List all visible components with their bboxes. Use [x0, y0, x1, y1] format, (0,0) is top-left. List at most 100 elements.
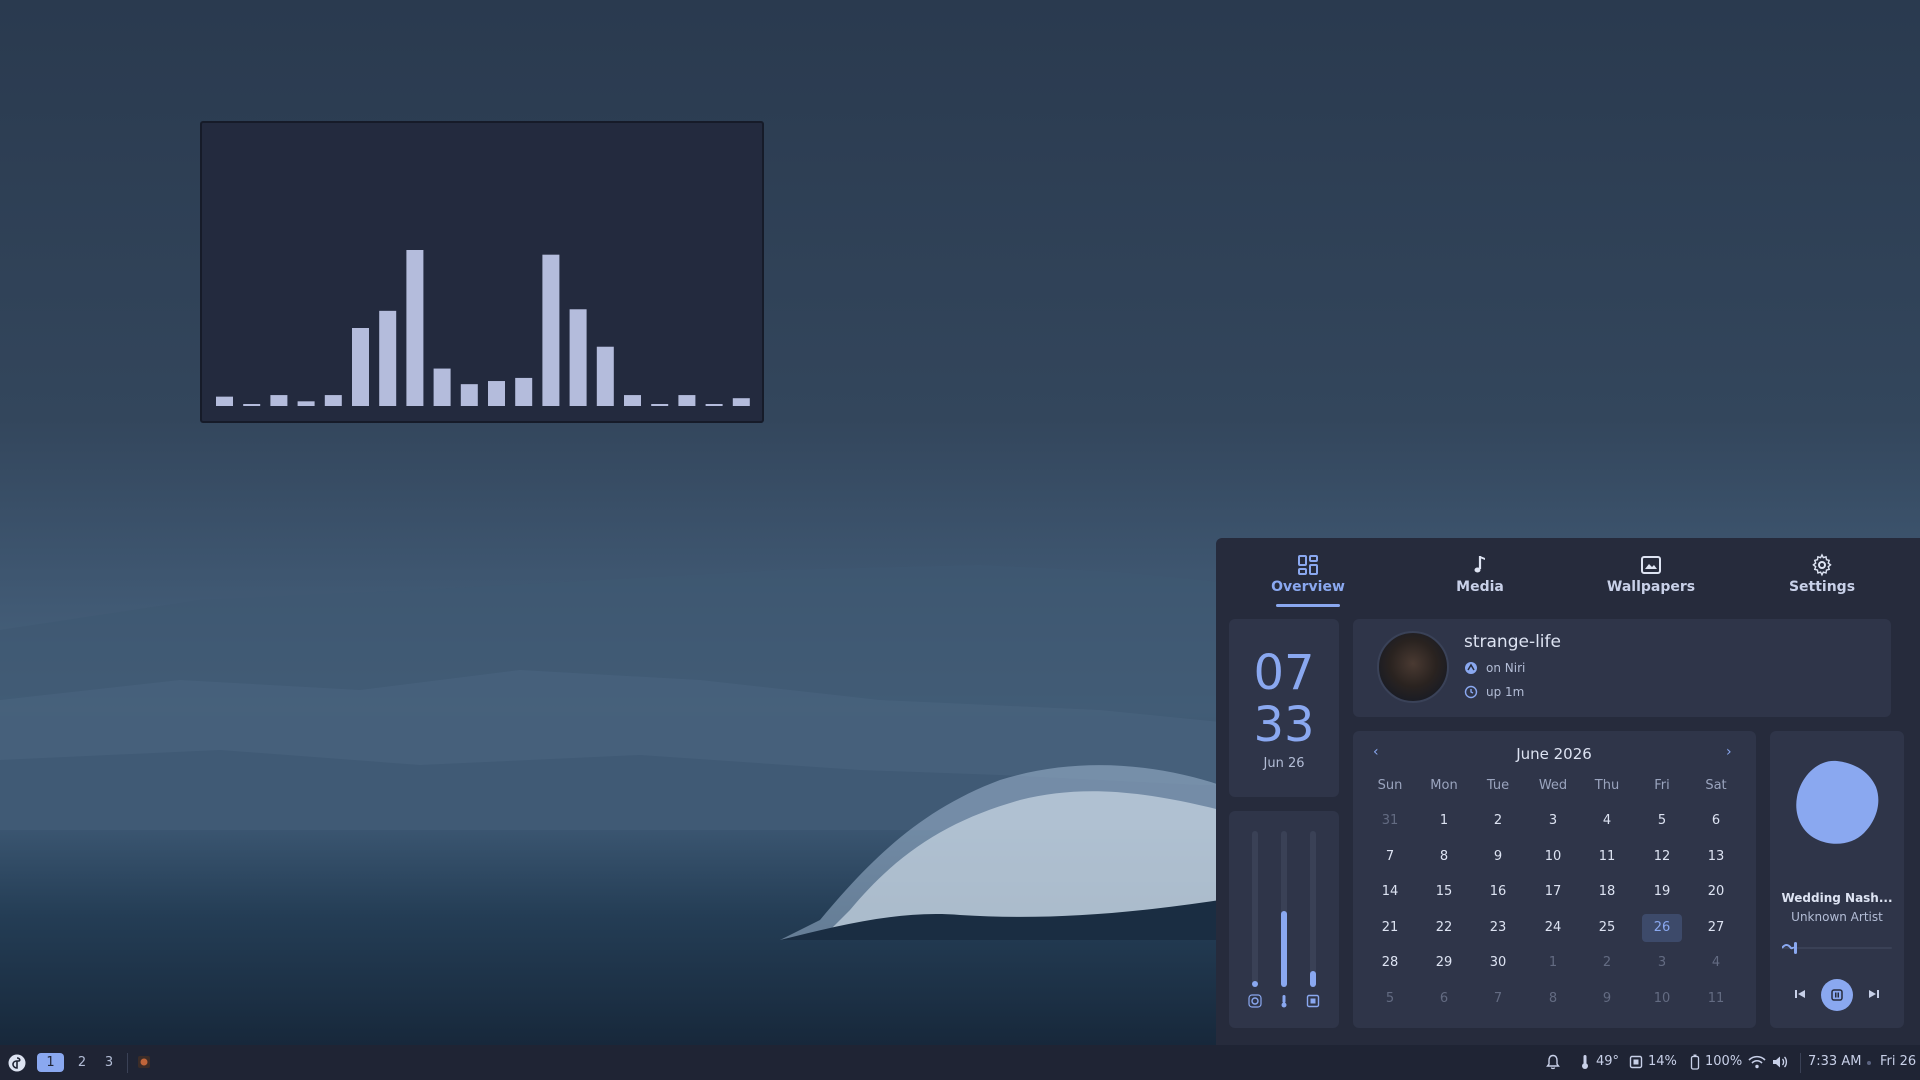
- calendar-day[interactable]: 5: [1642, 807, 1682, 835]
- volume-icon[interactable]: [1772, 1055, 1788, 1069]
- clock-card: 07 33 Jun 26: [1229, 619, 1339, 797]
- tab-media[interactable]: Media: [1410, 553, 1550, 605]
- taskbar-temperature: 49°: [1596, 1054, 1620, 1069]
- media-artist: Unknown Artist: [1791, 910, 1883, 924]
- brightness-slider-fill: [1252, 981, 1258, 987]
- weekday-header: Sat: [1705, 778, 1727, 793]
- visualizer-bar: [379, 310, 397, 406]
- calendar-day[interactable]: 8: [1533, 985, 1573, 1013]
- calendar-day[interactable]: 26: [1642, 913, 1682, 942]
- temperature-slider-fill: [1281, 910, 1287, 987]
- gear-icon: [1812, 553, 1832, 577]
- sliders-card: [1229, 811, 1339, 1028]
- visualizer-bar: [732, 398, 750, 406]
- avatar: [1377, 631, 1449, 703]
- calendar-day[interactable]: 3: [1533, 807, 1573, 835]
- media-title: Wedding Nash...: [1781, 891, 1893, 905]
- calendar-day[interactable]: 4: [1587, 807, 1627, 835]
- calendar-day[interactable]: 3: [1642, 949, 1682, 977]
- clock-date: Jun 26: [1263, 756, 1305, 771]
- workspace-1[interactable]: 1: [37, 1053, 64, 1072]
- calendar-day[interactable]: 30: [1478, 949, 1518, 977]
- calendar-day[interactable]: 23: [1478, 914, 1518, 942]
- workspace-3[interactable]: 3: [101, 1053, 117, 1072]
- calendar-day[interactable]: 8: [1424, 843, 1464, 871]
- calendar-day[interactable]: 28: [1370, 949, 1410, 977]
- previous-track-icon[interactable]: [1794, 988, 1806, 1000]
- tab-label: Settings: [1788, 579, 1856, 595]
- thermometer-icon: [1281, 995, 1287, 1008]
- calendar-day[interactable]: 5: [1370, 985, 1410, 1013]
- clock-minutes: 33: [1253, 697, 1315, 753]
- visualizer-bar: [515, 377, 533, 406]
- visualizer-bar: [352, 328, 369, 406]
- calendar-day[interactable]: 13: [1696, 843, 1736, 871]
- calendar-day[interactable]: 2: [1587, 949, 1627, 977]
- calendar-day[interactable]: 4: [1696, 949, 1736, 977]
- calendar-day[interactable]: 21: [1370, 914, 1410, 942]
- calendar-day[interactable]: 1: [1533, 949, 1573, 977]
- tab-label: Wallpapers: [1606, 579, 1696, 595]
- visualizer-bar: [569, 309, 587, 406]
- calendar-day[interactable]: 25: [1587, 914, 1627, 942]
- calendar-day[interactable]: 6: [1696, 807, 1736, 835]
- calendar-day[interactable]: 20: [1696, 878, 1736, 906]
- clock-icon: [1464, 685, 1478, 699]
- taskbar-battery: 100%: [1705, 1054, 1743, 1069]
- calendar-day[interactable]: 11: [1587, 843, 1627, 871]
- calendar-day[interactable]: 16: [1478, 878, 1518, 906]
- wallpaper-icon: [1641, 556, 1661, 574]
- wm-line: on Niri: [1464, 661, 1525, 675]
- calendar-month-title: June 2026: [1516, 745, 1592, 763]
- calendar-day[interactable]: 6: [1424, 985, 1464, 1013]
- next-track-icon[interactable]: [1868, 988, 1880, 1000]
- calendar-day[interactable]: 31: [1370, 807, 1410, 835]
- calendar-day[interactable]: 2: [1478, 807, 1518, 835]
- calendar-day[interactable]: 11: [1696, 985, 1736, 1013]
- calendar-day[interactable]: 17: [1533, 878, 1573, 906]
- calendar-day[interactable]: 29: [1424, 949, 1464, 977]
- media-progress[interactable]: [1782, 941, 1892, 955]
- visualizer-bar: [324, 395, 342, 406]
- app-window-icon[interactable]: [136, 1054, 152, 1070]
- brightness-slider[interactable]: [1252, 831, 1258, 987]
- tab-wallpapers[interactable]: Wallpapers: [1581, 553, 1721, 605]
- calendar-day[interactable]: 22: [1424, 914, 1464, 942]
- calendar-day[interactable]: 7: [1478, 985, 1518, 1013]
- visualizer-bar: [270, 395, 288, 406]
- temperature-slider[interactable]: [1281, 831, 1287, 987]
- calendar-day[interactable]: 1: [1424, 807, 1464, 835]
- tab-settings[interactable]: Settings: [1752, 553, 1892, 605]
- calendar-day[interactable]: 19: [1642, 878, 1682, 906]
- calendar-day[interactable]: 15: [1424, 878, 1464, 906]
- calendar-day[interactable]: 9: [1478, 843, 1518, 871]
- memory-slider-fill: [1310, 971, 1316, 987]
- pause-icon: [1831, 989, 1843, 1001]
- weekday-header: Tue: [1486, 778, 1510, 793]
- visualizer-bar: [460, 384, 478, 406]
- tab-overview[interactable]: Overview: [1238, 553, 1378, 605]
- calendar-day[interactable]: 27: [1696, 914, 1736, 942]
- workspace-2[interactable]: 2: [74, 1053, 90, 1072]
- calendar-day[interactable]: 14: [1370, 878, 1410, 906]
- wifi-icon[interactable]: [1748, 1055, 1766, 1069]
- calendar-day[interactable]: 24: [1533, 914, 1573, 942]
- music-note-icon: [1474, 556, 1485, 573]
- wave: [780, 765, 1220, 940]
- calendar-day[interactable]: 9: [1587, 985, 1627, 1013]
- calendar-day[interactable]: 18: [1587, 878, 1627, 906]
- calendar-next-button[interactable]: ›: [1726, 744, 1732, 760]
- taskbar-time[interactable]: 7:33 AM: [1808, 1054, 1861, 1069]
- calendar-day[interactable]: 10: [1533, 843, 1573, 871]
- play-pause-button[interactable]: [1821, 979, 1853, 1011]
- calendar-day[interactable]: 10: [1642, 985, 1682, 1013]
- memory-chip-icon: [1629, 1055, 1643, 1069]
- memory-slider[interactable]: [1310, 831, 1316, 987]
- visualizer-bar: [705, 404, 723, 406]
- visualizer-bar: [243, 404, 261, 406]
- fedora-logo-icon[interactable]: [8, 1054, 26, 1072]
- calendar-day[interactable]: 7: [1370, 843, 1410, 871]
- notification-bell-icon[interactable]: [1546, 1054, 1560, 1070]
- calendar-day[interactable]: 12: [1642, 843, 1682, 871]
- taskbar-date[interactable]: Fri 26: [1880, 1054, 1916, 1069]
